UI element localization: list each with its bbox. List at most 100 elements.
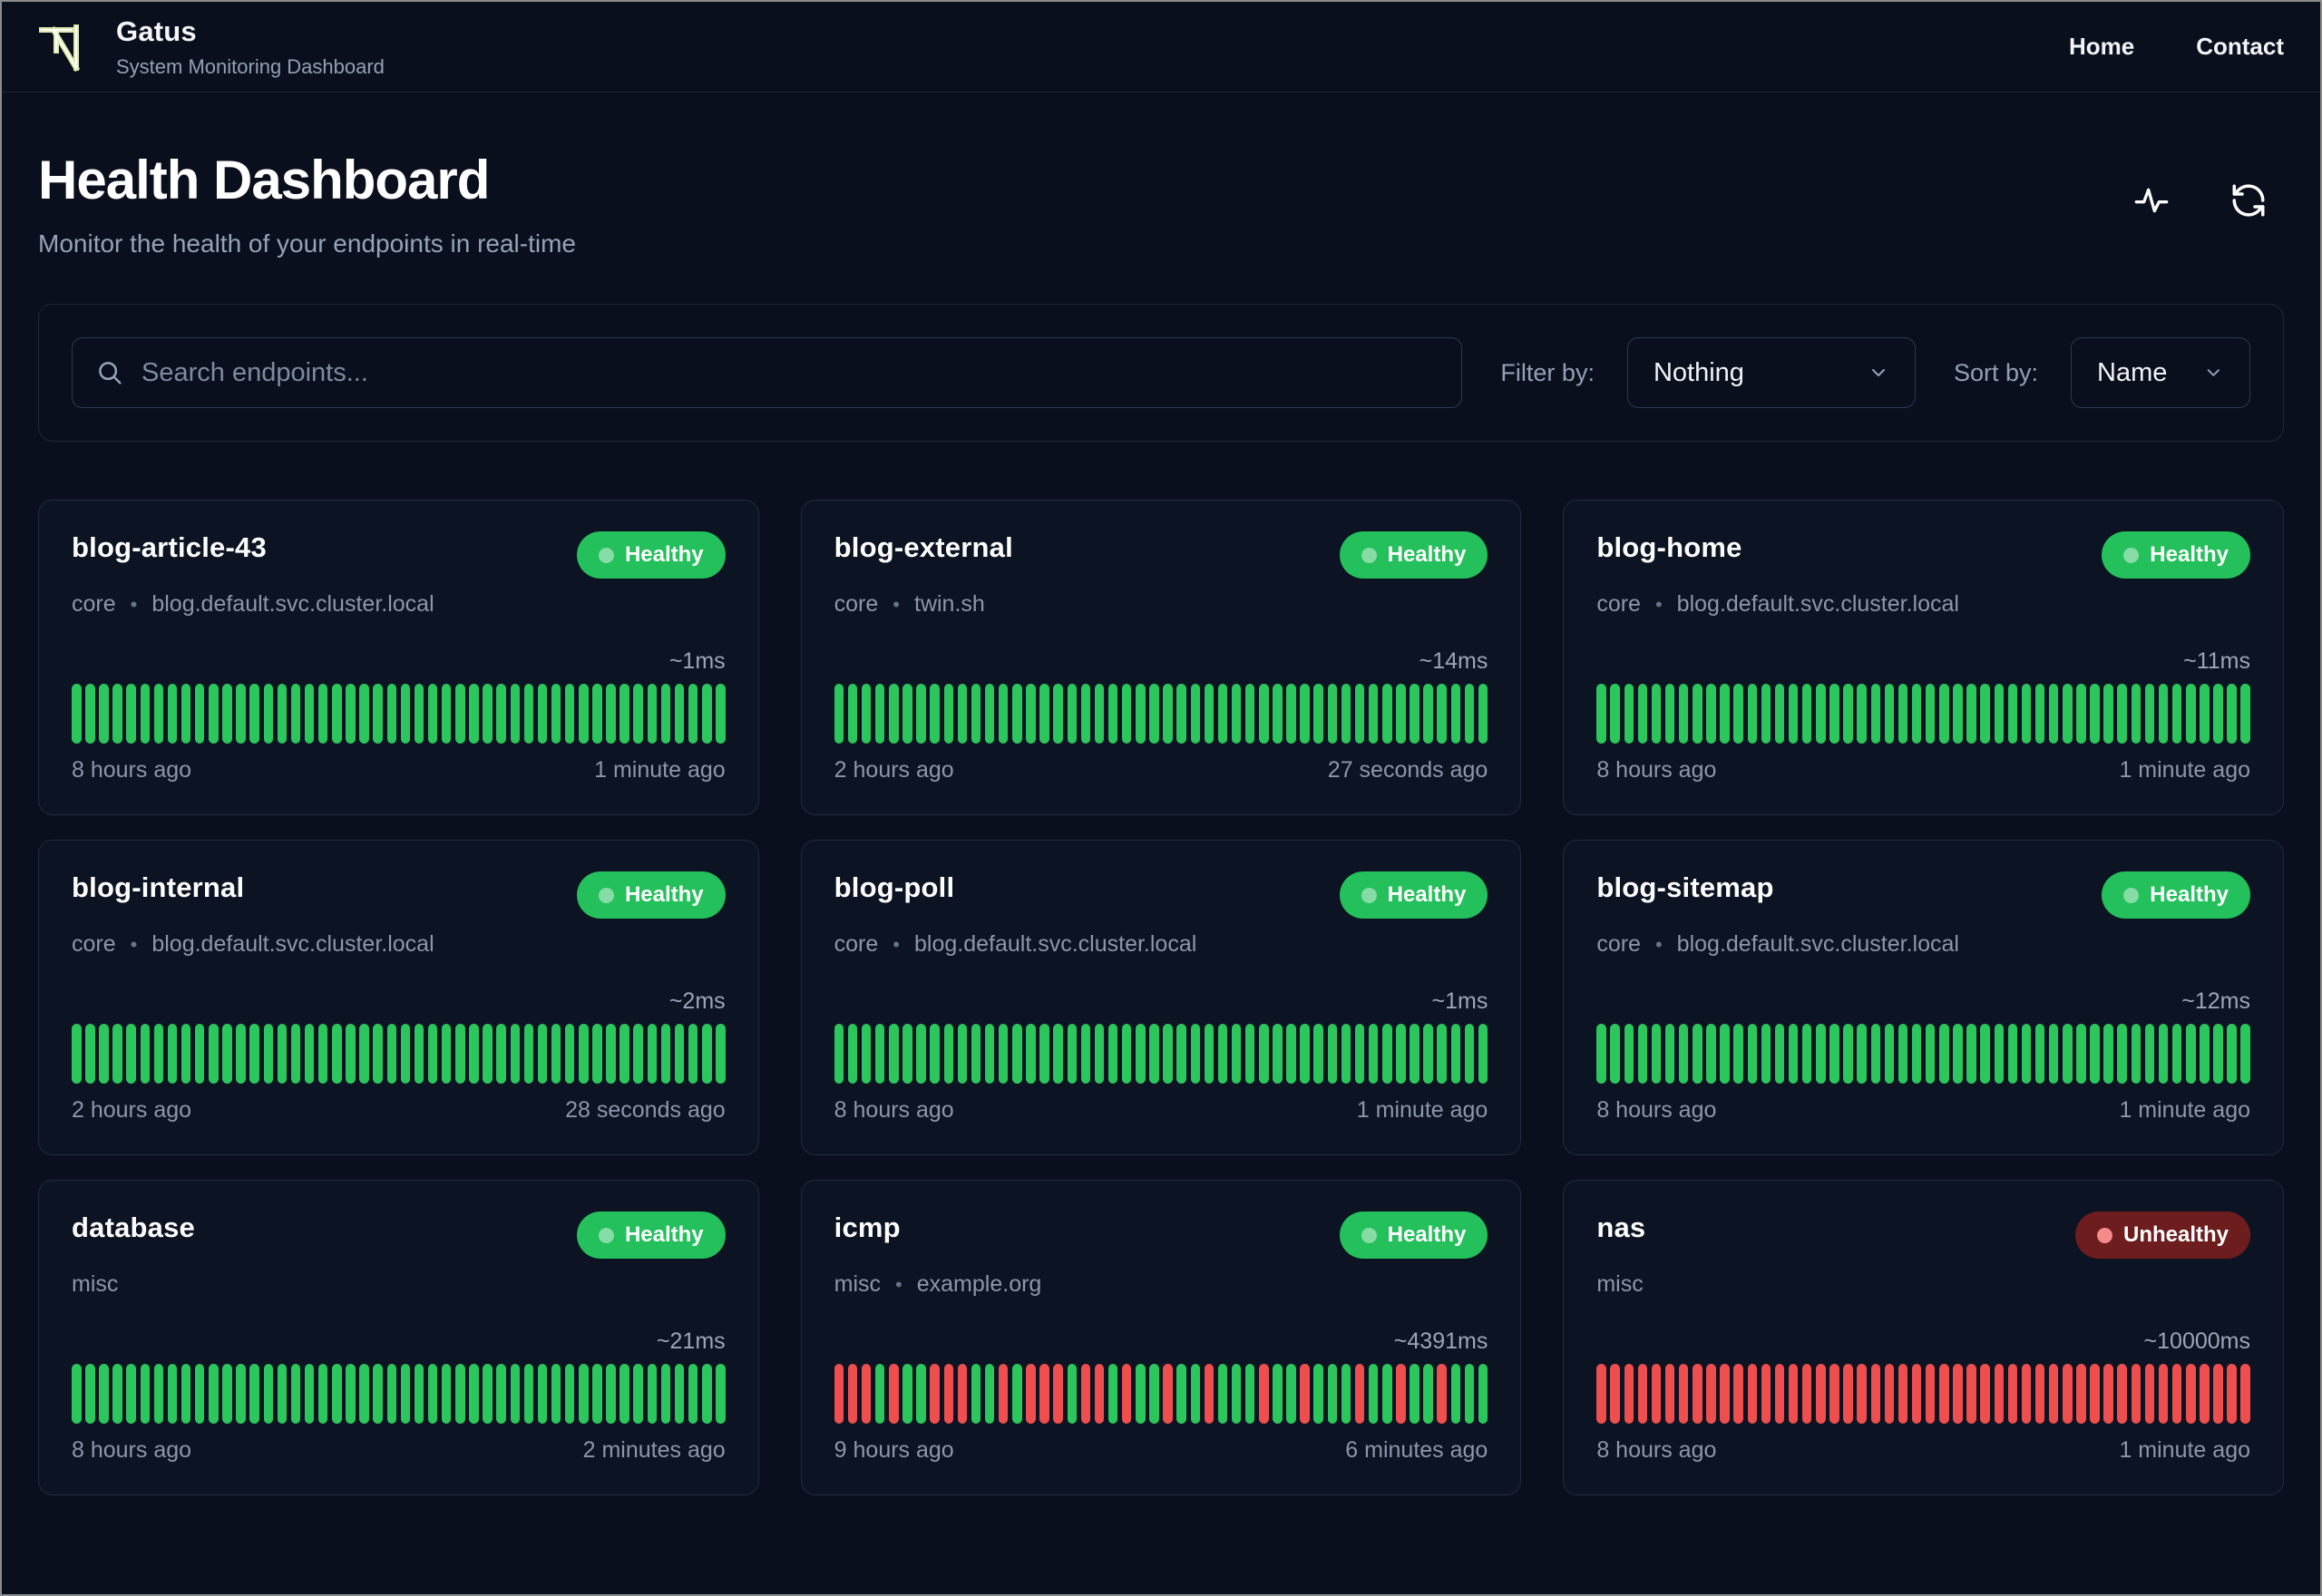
- uptime-bar-success: [647, 1364, 658, 1424]
- uptime-bar-success: [1678, 1024, 1689, 1084]
- uptime-bar-success: [2200, 1024, 2210, 1084]
- uptime-bar-success: [317, 1024, 328, 1084]
- uptime-bar-failure: [1053, 1364, 1063, 1424]
- uptime-bar-success: [1067, 1024, 1078, 1084]
- uptime-bar-success: [592, 1364, 602, 1424]
- uptime-bar-success: [551, 1024, 561, 1084]
- search-box[interactable]: [72, 337, 1463, 408]
- uptime-bar-success: [847, 684, 858, 744]
- uptime-bar-success: [674, 1024, 685, 1084]
- uptime-bar-success: [1094, 684, 1105, 744]
- uptime-bar-success: [930, 684, 940, 744]
- separator-dot: •: [1654, 932, 1663, 956]
- status-badge: Healthy: [576, 1212, 726, 1259]
- endpoint-card[interactable]: blog-sitemap Healthy core • blog.default…: [1563, 840, 2284, 1155]
- uptime-bar-success: [304, 1364, 315, 1424]
- uptime-bar-failure: [1788, 1364, 1799, 1424]
- uptime-bar-success: [984, 1024, 995, 1084]
- uptime-bar-success: [194, 684, 205, 744]
- uptime-bar-success: [1870, 684, 1881, 744]
- sort-select[interactable]: Name: [2071, 337, 2250, 408]
- uptime-bar-success: [180, 1364, 191, 1424]
- uptime-bar-success: [99, 1024, 109, 1084]
- endpoint-host: blog.default.svc.cluster.local: [151, 591, 434, 617]
- uptime-bar-success: [633, 684, 643, 744]
- uptime-bar-failure: [1911, 1364, 1922, 1424]
- endpoint-host: example.org: [916, 1271, 1042, 1297]
- endpoint-name: blog-sitemap: [1596, 871, 1774, 903]
- endpoint-card[interactable]: blog-poll Healthy core • blog.default.sv…: [800, 840, 1522, 1155]
- endpoint-name: blog-internal: [72, 871, 245, 903]
- filter-select[interactable]: Nothing: [1626, 337, 1916, 408]
- uptime-bar-success: [1994, 1024, 2004, 1084]
- uptime-bar-success: [290, 684, 301, 744]
- uptime-bar-success: [1341, 1024, 1351, 1084]
- uptime-bar-success: [1843, 684, 1853, 744]
- uptime-bar-success: [99, 1364, 109, 1424]
- uptime-bar-success: [304, 1024, 315, 1084]
- uptime-bar-success: [916, 1024, 926, 1084]
- uptime-bar-success: [1176, 684, 1186, 744]
- endpoint-card[interactable]: database Healthy misc • ~21ms 8 hours ag…: [38, 1180, 759, 1495]
- uptime-bar-success: [1136, 1024, 1146, 1084]
- refresh-icon[interactable]: [2229, 181, 2268, 219]
- uptime-bar-success: [1994, 684, 2004, 744]
- uptime-bar-success: [537, 1024, 548, 1084]
- uptime-bar-success: [551, 1364, 561, 1424]
- status-label: Healthy: [1387, 882, 1467, 907]
- status-badge: Healthy: [1339, 531, 1488, 579]
- uptime-bar-success: [930, 1024, 940, 1084]
- uptime-bar-success: [716, 1364, 726, 1424]
- endpoint-card[interactable]: blog-external Healthy core • twin.sh ~14…: [800, 500, 1522, 815]
- uptime-bar-success: [2007, 684, 2018, 744]
- uptime-bar-success: [1870, 1024, 1881, 1084]
- endpoint-card[interactable]: blog-home Healthy core • blog.default.sv…: [1563, 500, 2284, 815]
- uptime-bar-success: [1966, 1024, 1976, 1084]
- uptime-bar-success: [2117, 684, 2127, 744]
- endpoint-name: blog-home: [1596, 531, 1742, 563]
- response-time: ~2ms: [668, 988, 726, 1014]
- uptime-bar-success: [660, 1364, 671, 1424]
- uptime-bar-success: [1396, 684, 1406, 744]
- nav-link-contact[interactable]: Contact: [2196, 33, 2284, 61]
- endpoint-card[interactable]: blog-internal Healthy core • blog.defaul…: [38, 840, 759, 1155]
- uptime-bar-success: [222, 684, 232, 744]
- uptime-bar-success: [1423, 1364, 1433, 1424]
- uptime-bar-failure: [1733, 1364, 1743, 1424]
- endpoint-card[interactable]: nas Unhealthy misc • ~10000ms 8 hours ag…: [1563, 1180, 2284, 1495]
- uptime-bar-failure: [1843, 1364, 1853, 1424]
- uptime-bar-success: [1286, 684, 1296, 744]
- endpoint-card[interactable]: icmp Healthy misc • example.org ~4391ms …: [800, 1180, 1522, 1495]
- nav-link-home[interactable]: Home: [2069, 33, 2134, 61]
- uptime-bar-success: [1898, 1024, 1908, 1084]
- status-dot-icon: [2096, 1227, 2112, 1243]
- uptime-bar-success: [2090, 1024, 2100, 1084]
- uptime-bar-failure: [1678, 1364, 1689, 1424]
- uptime-bar-success: [209, 1364, 219, 1424]
- uptime-bar-failure: [2240, 1364, 2250, 1424]
- uptime-bar-success: [469, 684, 479, 744]
- uptime-bar-success: [620, 684, 629, 744]
- uptime-bar-success: [889, 684, 899, 744]
- activity-icon[interactable]: [2133, 182, 2170, 219]
- uptime-bar-success: [1857, 1024, 1867, 1084]
- search-icon: [99, 362, 122, 384]
- chevron-down-icon: [2208, 369, 2220, 376]
- endpoint-group: misc: [72, 1271, 119, 1297]
- uptime-bar-success: [688, 1024, 698, 1084]
- uptime-bar-failure: [1204, 1364, 1215, 1424]
- search-input[interactable]: [141, 357, 1439, 388]
- uptime-bar-success: [332, 684, 342, 744]
- endpoint-group: core: [72, 931, 116, 957]
- uptime-bar-failure: [1857, 1364, 1867, 1424]
- uptime-bar-success: [1410, 1024, 1420, 1084]
- status-badge: Healthy: [576, 531, 726, 579]
- top-nav: Home Contact: [2069, 33, 2284, 61]
- uptime-bar-success: [263, 1364, 274, 1424]
- uptime-bar-success: [1801, 684, 1812, 744]
- uptime-bar-success: [1596, 1024, 1606, 1084]
- uptime-bar-success: [2131, 1024, 2142, 1084]
- uptime-bar-success: [236, 1364, 246, 1424]
- endpoint-card[interactable]: blog-article-43 Healthy core • blog.defa…: [38, 500, 759, 815]
- uptime-bar-failure: [1829, 1364, 1839, 1424]
